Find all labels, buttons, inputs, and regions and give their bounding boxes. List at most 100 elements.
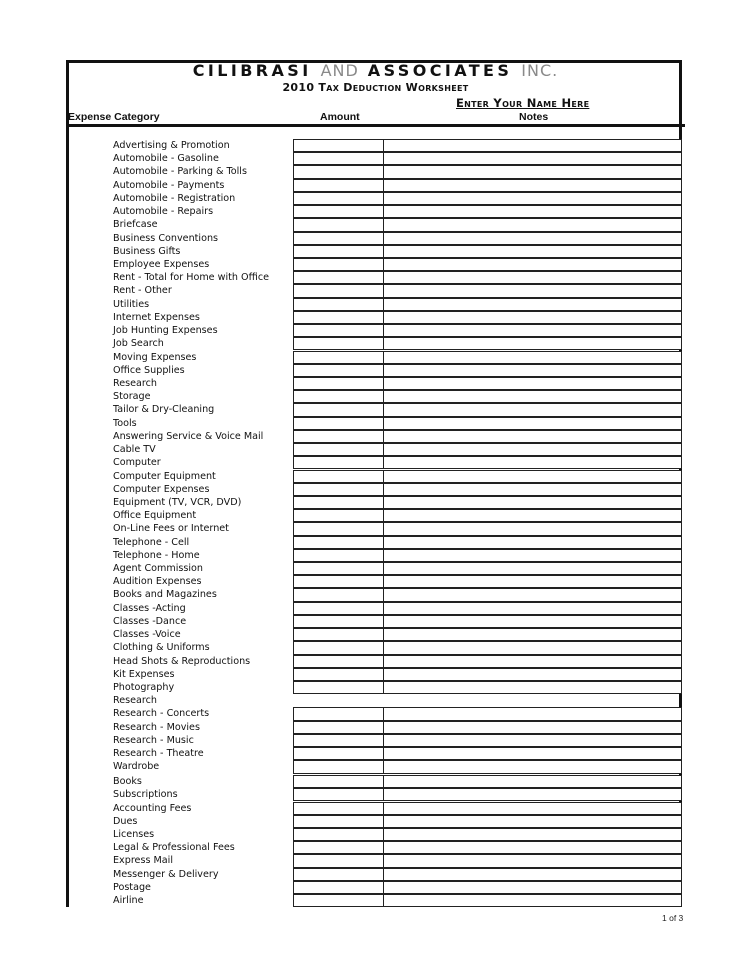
amount-cell[interactable]: [293, 814, 384, 828]
amount-cell[interactable]: [293, 390, 384, 404]
amount-cell[interactable]: [293, 894, 384, 908]
notes-cell[interactable]: [384, 760, 682, 774]
notes-cell[interactable]: [384, 469, 682, 483]
notes-cell[interactable]: [384, 535, 682, 549]
amount-cell[interactable]: [293, 614, 384, 629]
notes-cell[interactable]: [384, 575, 682, 589]
amount-cell[interactable]: [293, 443, 384, 457]
notes-cell[interactable]: [384, 641, 682, 655]
notes-cell[interactable]: [384, 667, 682, 681]
notes-cell[interactable]: [384, 244, 682, 258]
amount-cell[interactable]: [293, 231, 384, 245]
notes-cell[interactable]: [384, 257, 682, 272]
amount-cell[interactable]: [293, 522, 384, 536]
amount-cell[interactable]: [293, 337, 384, 351]
amount-cell[interactable]: [293, 297, 384, 311]
notes-cell[interactable]: [384, 562, 682, 576]
notes-cell[interactable]: [384, 588, 682, 602]
notes-cell[interactable]: [384, 720, 682, 734]
amount-cell[interactable]: [293, 654, 384, 668]
amount-cell[interactable]: [293, 548, 384, 562]
notes-cell[interactable]: [384, 867, 682, 881]
amount-cell[interactable]: [293, 867, 384, 881]
amount-cell[interactable]: [293, 760, 384, 774]
notes-cell[interactable]: [384, 548, 682, 562]
amount-cell[interactable]: [293, 841, 384, 855]
amount-cell[interactable]: [293, 854, 384, 868]
notes-cell[interactable]: [384, 297, 682, 311]
amount-cell[interactable]: [293, 178, 384, 192]
notes-cell[interactable]: [384, 854, 682, 868]
amount-cell[interactable]: [293, 429, 384, 444]
notes-cell[interactable]: [384, 284, 682, 298]
amount-cell[interactable]: [293, 733, 384, 748]
notes-cell[interactable]: [384, 350, 682, 364]
notes-cell[interactable]: [384, 376, 682, 391]
notes-cell[interactable]: [384, 429, 682, 444]
name-field[interactable]: Enter Your Name Here: [456, 96, 589, 110]
notes-cell[interactable]: [384, 324, 682, 338]
amount-cell[interactable]: [293, 747, 384, 761]
amount-cell[interactable]: [293, 827, 384, 842]
notes-cell[interactable]: [384, 191, 682, 206]
amount-cell[interactable]: [293, 456, 384, 470]
amount-cell[interactable]: [293, 469, 384, 483]
amount-cell[interactable]: [293, 628, 384, 642]
notes-cell[interactable]: [384, 788, 682, 802]
amount-cell[interactable]: [293, 416, 384, 430]
amount-cell[interactable]: [293, 152, 384, 166]
notes-cell[interactable]: [384, 628, 682, 642]
notes-cell[interactable]: [384, 654, 682, 668]
amount-cell[interactable]: [293, 205, 384, 219]
amount-cell[interactable]: [293, 165, 384, 179]
notes-cell[interactable]: [384, 495, 682, 510]
amount-cell[interactable]: [293, 324, 384, 338]
amount-cell[interactable]: [293, 575, 384, 589]
amount-cell[interactable]: [293, 310, 384, 325]
amount-cell[interactable]: [293, 601, 384, 615]
notes-cell[interactable]: [384, 801, 682, 815]
notes-cell[interactable]: [384, 894, 682, 908]
notes-cell[interactable]: [384, 165, 682, 179]
notes-cell[interactable]: [384, 337, 682, 351]
notes-cell[interactable]: [384, 178, 682, 192]
amount-cell[interactable]: [293, 801, 384, 815]
amount-cell[interactable]: [293, 191, 384, 206]
notes-cell[interactable]: [384, 139, 682, 153]
amount-cell[interactable]: [293, 495, 384, 510]
notes-cell[interactable]: [384, 390, 682, 404]
amount-cell[interactable]: [293, 535, 384, 549]
notes-cell[interactable]: [384, 880, 682, 894]
amount-cell[interactable]: [293, 509, 384, 523]
amount-cell[interactable]: [293, 363, 384, 377]
notes-cell[interactable]: [384, 814, 682, 828]
notes-cell[interactable]: [384, 205, 682, 219]
amount-cell[interactable]: [293, 244, 384, 258]
notes-cell[interactable]: [384, 416, 682, 430]
notes-cell[interactable]: [384, 601, 682, 615]
notes-cell[interactable]: [384, 775, 682, 789]
amount-cell[interactable]: [293, 720, 384, 734]
notes-cell[interactable]: [384, 271, 682, 285]
notes-cell[interactable]: [384, 152, 682, 166]
notes-cell[interactable]: [384, 456, 682, 470]
amount-cell[interactable]: [293, 284, 384, 298]
notes-cell[interactable]: [384, 747, 682, 761]
amount-cell[interactable]: [293, 376, 384, 391]
notes-cell[interactable]: [384, 482, 682, 496]
amount-cell[interactable]: [293, 667, 384, 681]
notes-cell[interactable]: [384, 522, 682, 536]
amount-cell[interactable]: [293, 139, 384, 153]
amount-cell[interactable]: [293, 562, 384, 576]
notes-cell[interactable]: [384, 443, 682, 457]
amount-cell[interactable]: [293, 218, 384, 232]
amount-cell[interactable]: [293, 482, 384, 496]
notes-cell[interactable]: [384, 218, 682, 232]
notes-cell[interactable]: [384, 841, 682, 855]
notes-cell[interactable]: [384, 231, 682, 245]
notes-cell[interactable]: [384, 363, 682, 377]
notes-cell[interactable]: [384, 403, 682, 417]
notes-cell[interactable]: [384, 733, 682, 748]
amount-cell[interactable]: [293, 350, 384, 364]
notes-cell[interactable]: [384, 681, 682, 695]
